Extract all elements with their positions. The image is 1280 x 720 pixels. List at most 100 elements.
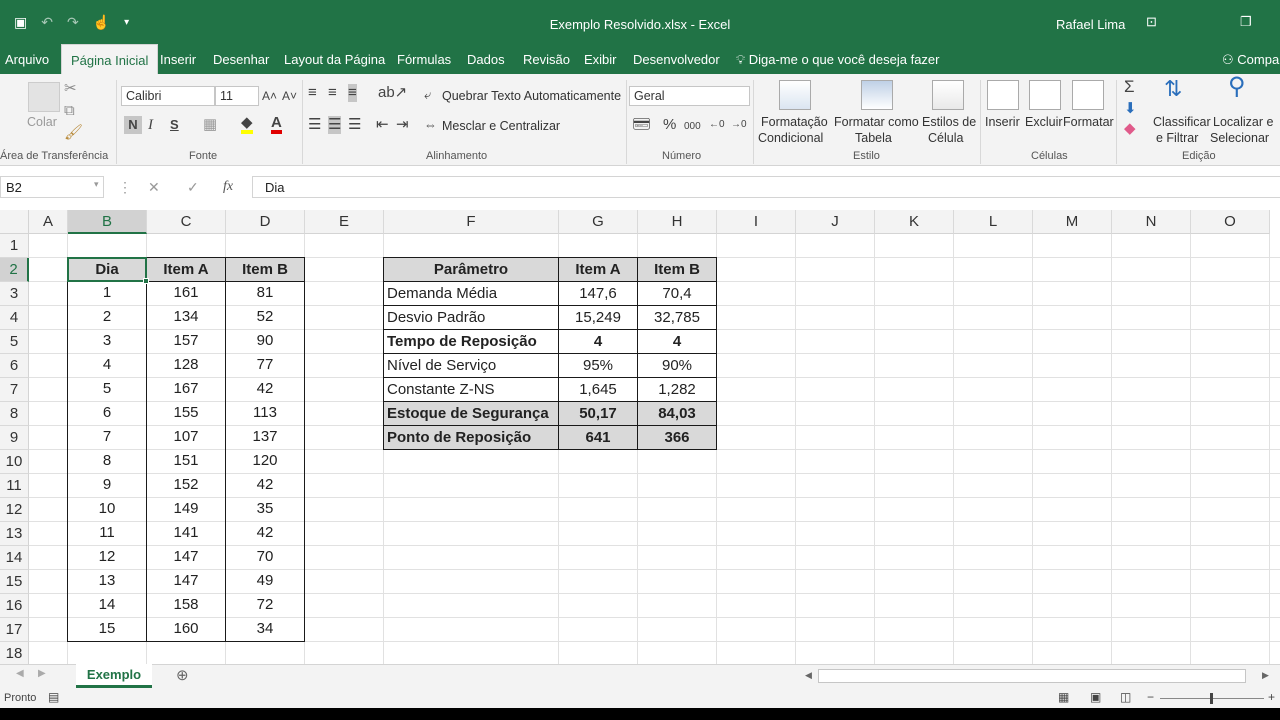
- grow-font-icon[interactable]: A˄: [262, 87, 277, 105]
- table2-item-a-cell[interactable]: 641: [558, 425, 638, 450]
- insert-cells-icon[interactable]: [987, 80, 1019, 110]
- fill-icon[interactable]: ⬇: [1124, 100, 1137, 118]
- row-header-6[interactable]: 6: [0, 354, 29, 378]
- format-as-table-label-2[interactable]: Tabela: [855, 131, 892, 145]
- tell-me-search[interactable]: 💡︎ Diga-me o que você deseja fazer: [736, 52, 940, 68]
- ribbon-display-icon[interactable]: ⊡: [1146, 14, 1157, 30]
- table1-cell[interactable]: 49: [225, 569, 305, 594]
- table1-cell[interactable]: 9: [67, 473, 147, 498]
- cell-styles-icon[interactable]: [932, 80, 964, 110]
- horizontal-scrollbar[interactable]: [818, 669, 1246, 683]
- format-as-table-label-1[interactable]: Formatar como: [834, 115, 919, 129]
- column-header-m[interactable]: M: [1033, 210, 1112, 234]
- wrap-text-button[interactable]: Quebrar Texto Automaticamente: [442, 89, 621, 103]
- delete-cells-icon[interactable]: [1029, 80, 1061, 110]
- table1-cell[interactable]: 147: [146, 569, 226, 594]
- table1-cell[interactable]: 52: [225, 305, 305, 330]
- copy-icon[interactable]: ⧉: [64, 102, 75, 120]
- table1-cell[interactable]: 152: [146, 473, 226, 498]
- format-as-table-icon[interactable]: [861, 80, 893, 110]
- table1-cell[interactable]: 72: [225, 593, 305, 618]
- table1-cell[interactable]: 7: [67, 425, 147, 450]
- table1-cell[interactable]: 13: [67, 569, 147, 594]
- table2-label-cell[interactable]: Estoque de Segurança: [383, 401, 559, 426]
- tab-draw[interactable]: Desenhar: [213, 52, 269, 67]
- table2-header-cell[interactable]: Parâmetro: [383, 257, 559, 282]
- font-color-icon[interactable]: A: [271, 115, 282, 134]
- table1-cell[interactable]: 137: [225, 425, 305, 450]
- percent-button[interactable]: %: [663, 116, 676, 134]
- table1-cell[interactable]: 141: [146, 521, 226, 546]
- fill-color-icon[interactable]: ◆: [241, 115, 253, 134]
- table2-item-a-cell[interactable]: 95%: [558, 353, 638, 378]
- table2-item-a-cell[interactable]: 50,17: [558, 401, 638, 426]
- column-header-e[interactable]: E: [305, 210, 384, 234]
- align-right-icon[interactable]: ☰: [348, 116, 361, 134]
- row-header-7[interactable]: 7: [0, 378, 29, 402]
- tab-file[interactable]: Arquivo: [5, 52, 49, 67]
- cell-styles-label-2[interactable]: Célula: [928, 131, 963, 145]
- table1-cell[interactable]: 14: [67, 593, 147, 618]
- align-bottom-icon[interactable]: ≡: [348, 84, 357, 102]
- borders-icon[interactable]: ▦: [203, 116, 217, 134]
- table2-item-b-cell[interactable]: 70,4: [637, 281, 717, 306]
- table1-cell[interactable]: 155: [146, 401, 226, 426]
- sort-filter-label-2[interactable]: e Filtrar: [1156, 131, 1198, 145]
- row-header-17[interactable]: 17: [0, 618, 29, 642]
- row-header-15[interactable]: 15: [0, 570, 29, 594]
- table2-label-cell[interactable]: Nível de Serviço: [383, 353, 559, 378]
- table1-cell[interactable]: 12: [67, 545, 147, 570]
- row-header-3[interactable]: 3: [0, 282, 29, 306]
- table2-item-b-cell[interactable]: 32,785: [637, 305, 717, 330]
- table2-item-b-cell[interactable]: 84,03: [637, 401, 717, 426]
- table1-cell[interactable]: 6: [67, 401, 147, 426]
- decrease-indent-icon[interactable]: ⇤: [376, 116, 389, 134]
- tab-formulas[interactable]: Fórmulas: [397, 52, 451, 67]
- table1-cell[interactable]: 107: [146, 425, 226, 450]
- row-header-4[interactable]: 4: [0, 306, 29, 330]
- bold-button[interactable]: N: [124, 116, 142, 134]
- row-header-8[interactable]: 8: [0, 402, 29, 426]
- table2-label-cell[interactable]: Demanda Média: [383, 281, 559, 306]
- table1-cell[interactable]: 5: [67, 377, 147, 402]
- table2-item-b-cell[interactable]: 90%: [637, 353, 717, 378]
- row-header-13[interactable]: 13: [0, 522, 29, 546]
- name-box[interactable]: B2: [0, 176, 104, 198]
- sort-filter-icon[interactable]: ⇅: [1164, 78, 1182, 100]
- row-header-14[interactable]: 14: [0, 546, 29, 570]
- cell-styles-label-1[interactable]: Estilos de: [922, 115, 976, 129]
- table2-item-b-cell[interactable]: 4: [637, 329, 717, 354]
- hscroll-left-icon[interactable]: ◀: [805, 670, 812, 681]
- table2-item-a-cell[interactable]: 15,249: [558, 305, 638, 330]
- format-cells-button[interactable]: Formatar: [1063, 115, 1114, 129]
- table1-cell[interactable]: 42: [225, 377, 305, 402]
- table2-item-a-cell[interactable]: 1,645: [558, 377, 638, 402]
- row-header-1[interactable]: 1: [0, 234, 29, 258]
- autosum-button[interactable]: Σ: [1124, 78, 1135, 96]
- user-name[interactable]: Rafael Lima: [1056, 17, 1125, 32]
- table1-cell[interactable]: 167: [146, 377, 226, 402]
- format-cells-icon[interactable]: [1072, 80, 1104, 110]
- number-format-select[interactable]: Geral: [629, 86, 750, 106]
- row-header-11[interactable]: 11: [0, 474, 29, 498]
- tab-view[interactable]: Exibir: [584, 52, 617, 67]
- table2-item-b-cell[interactable]: 1,282: [637, 377, 717, 402]
- table1-cell[interactable]: 147: [146, 545, 226, 570]
- column-header-g[interactable]: G: [559, 210, 638, 234]
- conditional-formatting-label-2[interactable]: Condicional: [758, 131, 823, 145]
- decrease-decimal-icon[interactable]: →0: [731, 116, 747, 134]
- table2-item-b-cell[interactable]: 366: [637, 425, 717, 450]
- conditional-formatting-label-1[interactable]: Formatação: [761, 115, 828, 129]
- shrink-font-icon[interactable]: A˅: [282, 87, 297, 105]
- table1-cell[interactable]: 160: [146, 617, 226, 642]
- table2-label-cell[interactable]: Ponto de Reposição: [383, 425, 559, 450]
- restore-window-icon[interactable]: ❐: [1240, 14, 1252, 30]
- table1-cell[interactable]: 1: [67, 281, 147, 306]
- cancel-icon[interactable]: ✕: [148, 179, 160, 196]
- align-middle-icon[interactable]: ≡: [328, 84, 337, 102]
- hscroll-right-icon[interactable]: ▶: [1262, 670, 1269, 681]
- enter-icon[interactable]: ✓: [187, 179, 199, 196]
- table1-cell[interactable]: 35: [225, 497, 305, 522]
- align-top-icon[interactable]: ≡: [308, 84, 317, 102]
- page-layout-view-icon[interactable]: ▣: [1090, 690, 1101, 704]
